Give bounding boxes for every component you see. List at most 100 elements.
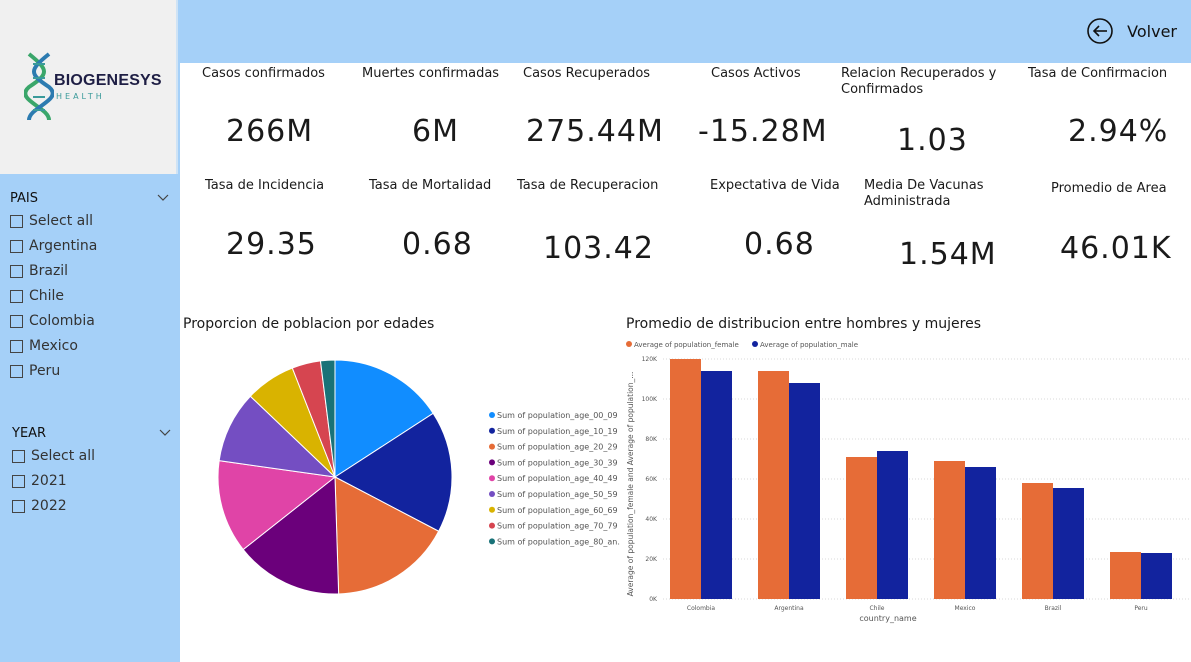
pais-option-brazil[interactable]: Brazil <box>10 263 68 279</box>
age-pie-chart[interactable]: Sum of population_age_00_09 Sum of popula… <box>180 340 620 610</box>
checkbox[interactable] <box>10 339 23 353</box>
kpi-value: 0.68 <box>402 227 473 262</box>
option-label: Brazil <box>29 263 69 279</box>
checkbox[interactable] <box>10 364 23 378</box>
bar[interactable] <box>877 451 908 599</box>
kpi-value: 46.01K <box>1060 231 1172 266</box>
checkbox[interactable] <box>12 449 25 463</box>
year-option-2021[interactable]: 2021 <box>12 473 67 489</box>
kpi-label: Media De Vacunas Administrada <box>864 178 984 209</box>
checkbox[interactable] <box>12 499 25 513</box>
option-label: Argentina <box>29 238 98 254</box>
legend-marker <box>489 506 495 513</box>
option-label: Select all <box>31 448 95 464</box>
bar[interactable] <box>934 461 965 599</box>
option-label: Select all <box>29 213 93 229</box>
kpi-value: 6M <box>412 114 459 149</box>
legend-label: Sum of population_age_30_39 <box>497 458 618 467</box>
option-label: Peru <box>29 363 61 379</box>
kpi-label: Tasa de Mortalidad <box>369 178 492 193</box>
x-tick-label: Chile <box>869 605 884 612</box>
bar[interactable] <box>846 457 877 599</box>
bar[interactable] <box>670 359 701 599</box>
pais-option-peru[interactable]: Peru <box>10 363 60 379</box>
legend-marker <box>752 341 758 347</box>
bar[interactable] <box>1022 483 1053 599</box>
option-label: Colombia <box>29 313 95 329</box>
bar[interactable] <box>701 371 732 599</box>
kpi-label: Promedio de Area <box>1051 181 1167 196</box>
legend-label: Sum of population_age_40_49 <box>497 474 618 483</box>
x-tick-label: Colombia <box>687 605 716 612</box>
brand-name: BIOGENESYS <box>54 72 162 89</box>
kpi-label: Muertes confirmadas <box>362 66 500 81</box>
kpi-label: Relacion Recuperados y Confirmados <box>841 66 997 97</box>
legend-marker <box>626 341 632 347</box>
legend-marker <box>489 412 495 418</box>
kpi-value: -15.28M <box>698 114 828 149</box>
bar[interactable] <box>1141 553 1172 599</box>
legend-label: Average of population_male <box>760 341 858 349</box>
pais-option-argentina[interactable]: Argentina <box>10 238 97 254</box>
x-axis-title: country_name <box>859 614 916 623</box>
y-tick-label: 40K <box>645 516 658 523</box>
kpi-value: 103.42 <box>543 231 654 266</box>
year-option-select-all[interactable]: Select all <box>12 448 95 464</box>
pais-option-mexico[interactable]: Mexico <box>10 338 78 354</box>
pais-slicer-title: PAIS <box>10 191 38 206</box>
y-tick-label: 100K <box>642 396 658 403</box>
checkbox[interactable] <box>12 474 25 488</box>
pais-option-colombia[interactable]: Colombia <box>10 313 95 329</box>
kpi-value: 266M <box>226 114 314 149</box>
bar[interactable] <box>1110 552 1141 599</box>
legend-label: Sum of population_age_10_19 <box>497 427 618 436</box>
legend-marker <box>489 443 495 450</box>
legend-label: Sum of population_age_60_69 <box>497 506 618 515</box>
pais-option-select-all[interactable]: Select all <box>10 213 93 229</box>
arrow-left-circle-icon[interactable] <box>1087 18 1113 44</box>
year-option-2022[interactable]: 2022 <box>12 498 67 514</box>
bar[interactable] <box>965 467 996 599</box>
checkbox[interactable] <box>10 264 23 278</box>
bar[interactable] <box>789 383 820 599</box>
x-tick-label: Argentina <box>774 605 804 612</box>
y-tick-label: 60K <box>645 476 658 483</box>
checkbox[interactable] <box>10 289 23 303</box>
legend-marker <box>489 459 495 466</box>
kpi-label: Tasa de Recuperacion <box>517 178 659 193</box>
chevron-down-icon[interactable] <box>159 429 171 437</box>
kpi-label: Casos Recuperados <box>523 66 651 81</box>
option-label: 2022 <box>31 498 67 514</box>
bar[interactable] <box>1053 488 1084 599</box>
legend-marker <box>489 427 495 434</box>
dna-logo-icon <box>24 52 54 121</box>
header-bar: Volver <box>178 0 1191 63</box>
checkbox[interactable] <box>10 314 23 328</box>
bar-chart-title: Promedio de distribucion entre hombres y… <box>626 316 982 332</box>
y-axis-title: Average of population_female and Average… <box>626 372 635 597</box>
checkbox[interactable] <box>10 214 23 228</box>
chevron-down-icon[interactable] <box>157 194 169 202</box>
option-label: 2021 <box>31 473 67 489</box>
back-button[interactable]: Volver <box>1087 18 1177 44</box>
kpi-value: 0.68 <box>744 227 815 262</box>
gender-bar-chart[interactable]: Average of population_female Average of p… <box>621 336 1191 626</box>
legend-label: Sum of population_age_50_59 <box>497 490 618 499</box>
brand-sub: HEALTH <box>56 92 105 101</box>
bar[interactable] <box>758 371 789 599</box>
pais-option-chile[interactable]: Chile <box>10 288 64 304</box>
kpi-label: Casos Activos <box>711 66 801 81</box>
kpi-label: Tasa de Incidencia <box>205 178 325 193</box>
legend-label: Sum of population_age_80_an... <box>497 537 620 546</box>
x-tick-label: Brazil <box>1045 605 1062 612</box>
option-label: Chile <box>29 288 65 304</box>
legend-label: Sum of population_age_70_79 <box>497 522 618 531</box>
filter-sidebar: BIOGENESYS HEALTH PAIS Select all Argent… <box>0 0 180 662</box>
kpi-value: 1.54M <box>899 237 997 272</box>
option-label: Mexico <box>29 338 78 354</box>
legend-label: Average of population_female <box>634 341 739 349</box>
x-tick-label: Mexico <box>955 605 976 612</box>
checkbox[interactable] <box>10 239 23 253</box>
y-tick-label: 120K <box>642 356 658 363</box>
kpi-value: 275.44M <box>526 114 664 149</box>
